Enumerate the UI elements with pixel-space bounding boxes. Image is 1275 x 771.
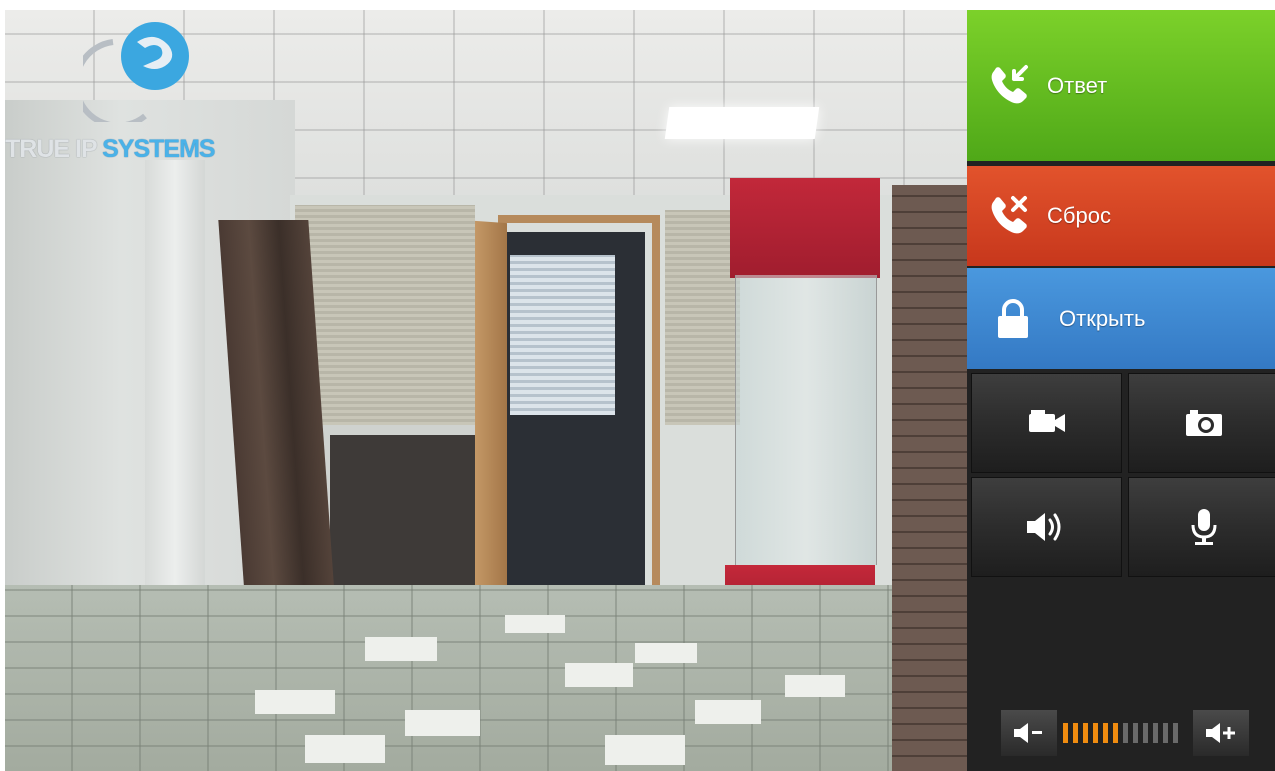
volume-segment	[1143, 723, 1148, 743]
speaker-icon	[1026, 513, 1060, 541]
brand-name: TRUE IP SYSTEMS	[5, 135, 216, 164]
volume-control	[1001, 710, 1249, 756]
volume-segment	[1173, 723, 1178, 743]
camera-icon	[1185, 410, 1222, 436]
intercom-window: TRUE IP SYSTEMS Ответ Сброс Открыть	[5, 10, 1275, 771]
volume-segment	[1093, 723, 1098, 743]
open-door-button[interactable]: Открыть	[967, 268, 1275, 369]
microphone-icon	[1191, 509, 1216, 545]
volume-up-button[interactable]	[1193, 710, 1249, 756]
volume-down-icon	[1014, 723, 1042, 743]
floor-tile	[695, 700, 761, 724]
brand-logo-icon	[83, 22, 189, 122]
speaker-button[interactable]	[971, 477, 1122, 577]
lock-icon	[989, 295, 1037, 343]
answer-button[interactable]: Ответ	[967, 10, 1275, 161]
phone-incoming-icon	[985, 62, 1033, 110]
ceiling-lamp	[664, 107, 820, 139]
open-door	[475, 220, 507, 624]
showcase-top	[730, 178, 880, 278]
window-blinds	[665, 210, 740, 425]
volume-segment	[1063, 723, 1068, 743]
showcase-glass	[735, 275, 877, 565]
volume-segment	[1153, 723, 1158, 743]
video-camera-icon	[1028, 410, 1065, 432]
door-frame	[498, 215, 660, 590]
microphone-button[interactable]	[1128, 477, 1275, 577]
answer-label: Ответ	[1047, 72, 1108, 98]
volume-up-icon	[1206, 723, 1235, 743]
video-button[interactable]	[971, 373, 1122, 473]
volume-segment	[1133, 723, 1138, 743]
volume-segment	[1103, 723, 1108, 743]
volume-segment	[1123, 723, 1128, 743]
brand-word-1: TRUE IP	[5, 135, 97, 163]
brand-word-2: SYSTEMS	[102, 135, 215, 163]
snapshot-button[interactable]	[1128, 373, 1275, 473]
floor-tile	[505, 615, 565, 633]
open-label: Открыть	[1059, 305, 1146, 331]
volume-segment	[1163, 723, 1168, 743]
volume-segment	[1083, 723, 1088, 743]
tiled-floor	[5, 585, 967, 771]
floor-tile	[255, 690, 335, 714]
dark-cabinet	[330, 435, 475, 595]
floor-tile	[785, 675, 845, 697]
control-panel: Ответ Сброс Открыть	[967, 10, 1275, 771]
floor-tile	[405, 710, 480, 736]
brick-wall	[892, 185, 967, 771]
reset-label: Сброс	[1047, 203, 1111, 228]
floor-tile	[305, 735, 385, 763]
volume-level-bar[interactable]	[1063, 723, 1187, 743]
reset-button[interactable]: Сброс	[967, 166, 1275, 266]
volume-segment	[1073, 723, 1078, 743]
floor-tile	[565, 663, 633, 687]
volume-segment	[1113, 723, 1118, 743]
phone-hangup-icon	[985, 192, 1033, 240]
window-blinds	[295, 205, 475, 425]
volume-down-button[interactable]	[1001, 710, 1057, 756]
camera-feed: TRUE IP SYSTEMS	[5, 10, 967, 771]
floor-tile	[605, 735, 685, 765]
floor-tile	[635, 643, 697, 663]
floor-tile	[365, 637, 437, 661]
